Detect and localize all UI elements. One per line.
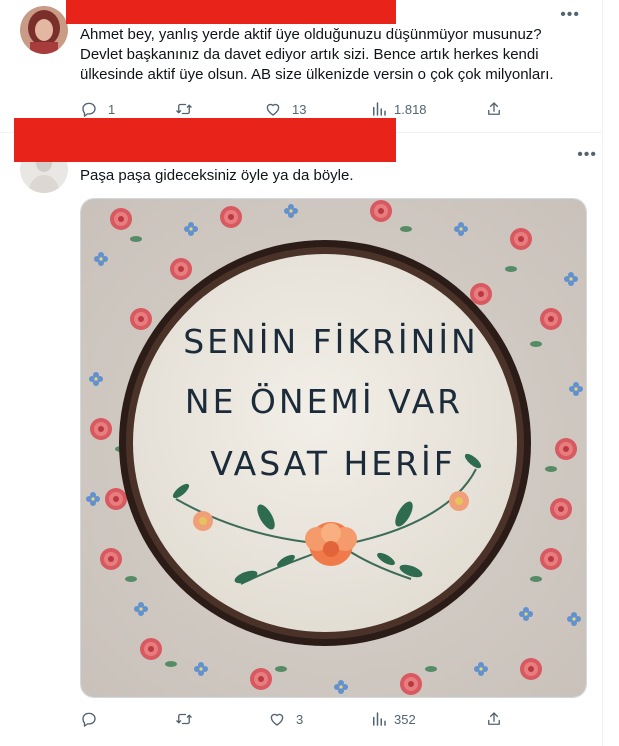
tweet-actions: 3 352 (80, 709, 585, 729)
redacted-username (14, 118, 396, 162)
share-button[interactable] (485, 709, 503, 729)
views-count: 1.818 (394, 101, 427, 117)
more-icon[interactable]: ••• (577, 147, 597, 163)
views-icon (373, 712, 386, 726)
share-icon (488, 102, 500, 115)
tweet-1[interactable]: ••• Ahmet bey, yanlış yerde aktif üye ol… (0, 0, 602, 132)
views-button[interactable]: 1.818 (370, 99, 427, 119)
share-icon (488, 712, 500, 725)
reply-button[interactable] (80, 709, 108, 729)
redacted-username (66, 0, 396, 24)
views-icon (373, 102, 386, 116)
tweet-text: Ahmet bey, yanlış yerde aktif üye olduğu… (80, 26, 554, 83)
retweet-button[interactable] (175, 99, 203, 119)
embroidery-line-1: SENİN FİKRİNİN (183, 322, 479, 361)
share-button[interactable] (485, 99, 503, 119)
embroidery-line-3: VASAT HERİF (210, 444, 456, 483)
tweet-image[interactable]: SENİN FİKRİNİN NE ÖNEMİ VAR VASAT HERİF (80, 198, 587, 698)
like-button[interactable]: 13 (264, 99, 306, 119)
avatar[interactable] (20, 6, 68, 54)
retweet-button[interactable] (175, 709, 203, 729)
retweet-icon (176, 103, 192, 115)
reply-icon (82, 102, 96, 117)
reply-count: 1 (108, 101, 116, 117)
reply-icon (82, 712, 96, 727)
more-icon[interactable]: ••• (560, 7, 580, 23)
reply-button[interactable]: 1 (80, 99, 115, 119)
like-button[interactable]: 3 (268, 709, 303, 729)
views-button[interactable]: 352 (370, 709, 416, 729)
like-count: 13 (292, 101, 307, 117)
embroidery-line-2: NE ÖNEMİ VAR (185, 381, 463, 421)
views-count: 352 (394, 711, 416, 727)
like-count: 3 (296, 711, 304, 727)
tweet-text: Paşa paşa gideceksiniz öyle ya da böyle. (80, 167, 354, 184)
tweet-actions: 1 13 1.818 (80, 99, 585, 119)
retweet-icon (176, 713, 192, 725)
embroidery-image: SENİN FİKRİNİN NE ÖNEMİ VAR VASAT HERİF (81, 199, 586, 697)
like-icon (270, 713, 284, 726)
like-icon (266, 103, 280, 116)
